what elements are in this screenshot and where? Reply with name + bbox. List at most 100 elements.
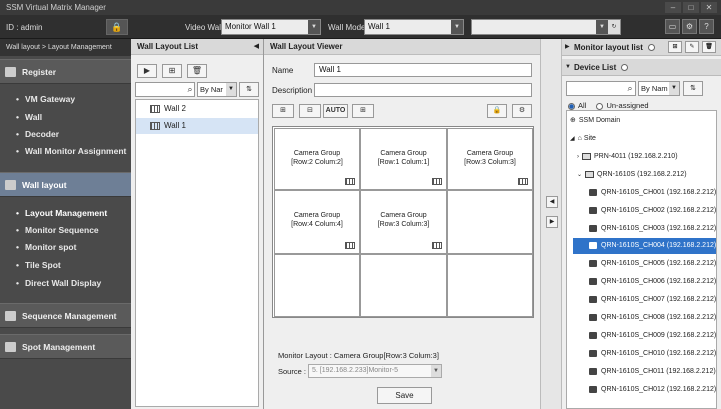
cell-sublabel: [Row:4 Colum:4] xyxy=(291,221,343,228)
save-button[interactable]: Save xyxy=(377,387,432,404)
tree-camera[interactable]: QRN-1610S_CH007 (192.168.2.212) xyxy=(589,292,716,308)
layout-cell[interactable] xyxy=(447,190,533,254)
layout-tool-button[interactable]: ⊞ xyxy=(272,104,294,118)
device-sort-order-button[interactable]: ⇅ xyxy=(683,81,703,96)
nav-section-label: Spot Management xyxy=(22,342,96,352)
camera-label: QRN-1610S_CH004 (192.168.2.212) xyxy=(601,242,717,249)
device-list-header[interactable]: ▼ Device List xyxy=(562,59,721,76)
lock-layout-button[interactable]: 🔒 xyxy=(487,104,507,118)
nav-item-wall[interactable]: Wall xyxy=(16,112,42,122)
nav-section-spot-management[interactable]: Spot Management xyxy=(0,334,131,359)
nvr-icon xyxy=(585,170,595,178)
layout-cell[interactable]: Camera Group [Row:3 Colum:3] xyxy=(447,128,533,190)
tree-root[interactable]: ⊕ SSM Domain xyxy=(570,113,620,129)
nav-item-monitor-spot[interactable]: Monitor spot xyxy=(16,242,76,252)
layout-cell[interactable] xyxy=(447,254,533,317)
nav-item-vm-gateway[interactable]: VM Gateway xyxy=(16,94,75,104)
play-button[interactable]: ▶ xyxy=(137,64,157,78)
tree-camera[interactable]: QRN-1610S_CH001 (192.168.2.212) xyxy=(589,185,716,201)
tree-camera[interactable]: QRN-1610S_CH004 (192.168.2.212) xyxy=(573,238,717,254)
name-input[interactable]: Wall 1 xyxy=(314,63,532,77)
tree-camera[interactable]: QRN-1610S_CH012 (192.168.2.212) xyxy=(589,382,716,398)
video-wall-select[interactable]: Monitor Wall 1 ▼ xyxy=(221,19,321,35)
tree-camera[interactable]: QRN-1610S_CH008 (192.168.2.212) xyxy=(589,310,716,326)
maximize-button[interactable]: □ xyxy=(683,2,699,13)
nav-section-wall-layout[interactable]: Wall layout xyxy=(0,172,131,197)
tree-nvr[interactable]: ⌄ QRN-1610S (192.168.2.212) xyxy=(577,167,687,183)
search-icon[interactable]: ⌕ xyxy=(623,81,637,96)
delete-layout-button[interactable]: 🗑 xyxy=(187,64,207,78)
nav-item-direct-wall-display[interactable]: Direct Wall Display xyxy=(16,278,101,288)
source-value: 5. [192.168.2.233]Monitor-5 xyxy=(312,367,399,374)
refresh-icon[interactable]: ↻ xyxy=(608,20,620,34)
tree-camera[interactable]: QRN-1610S_CH011 (192.168.2.212) xyxy=(589,364,716,380)
radio-unassigned[interactable] xyxy=(596,102,604,110)
tree-camera[interactable]: QRN-1610S_CH009 (192.168.2.212) xyxy=(589,328,716,344)
lock-button[interactable]: 🔒 xyxy=(106,19,128,35)
list-item[interactable]: Wall 1 xyxy=(136,118,258,134)
camera-label: QRN-1610S_CH001 (192.168.2.212) xyxy=(601,189,717,196)
layout-cell[interactable] xyxy=(360,254,447,317)
source-select[interactable]: 5. [192.168.2.233]Monitor-5 ▼ xyxy=(308,364,442,378)
device-list-radio[interactable] xyxy=(621,64,629,72)
name-label: Name xyxy=(272,66,294,75)
add-monitor-layout-button[interactable]: ⊞ xyxy=(668,41,682,53)
tree-site[interactable]: ◢ ⌂ Site xyxy=(570,131,596,147)
nav-section-register[interactable]: Register xyxy=(0,59,131,84)
move-right-button[interactable]: ▶ xyxy=(546,216,558,228)
layout-cell[interactable] xyxy=(274,254,360,317)
tree-camera[interactable]: QRN-1610S_CH002 (192.168.2.212) xyxy=(589,203,716,219)
device-sort-select[interactable]: By Nam ▼ xyxy=(638,81,680,96)
auto-layout-button[interactable]: AUTO xyxy=(323,104,348,118)
edit-monitor-layout-button[interactable]: ✎ xyxy=(685,41,699,53)
monitor-icon[interactable]: ▭ xyxy=(665,19,680,34)
description-label: Description xyxy=(272,86,313,95)
tree-nvr[interactable]: › PRN-4011 (192.168.2.210) xyxy=(577,149,678,165)
move-left-button[interactable]: ◀ xyxy=(546,196,558,208)
search-icon[interactable]: ⌕ xyxy=(183,82,197,97)
tree-camera[interactable]: QRN-1610S_CH010 (192.168.2.212) xyxy=(589,346,716,362)
layout-tool-button[interactable]: ⊞ xyxy=(352,104,374,118)
tree-camera[interactable]: QRN-1610S_CH006 (192.168.2.212) xyxy=(589,274,716,290)
radio-all[interactable] xyxy=(568,102,575,110)
layout-cell[interactable]: Camera Group [Row:1 Colum:1] xyxy=(360,128,447,190)
camera-icon xyxy=(589,349,597,357)
list-item[interactable]: Wall 2 xyxy=(136,101,258,117)
layout-cell[interactable]: Camera Group [Row:3 Colum:3] xyxy=(360,190,447,254)
nav-item-tile-spot[interactable]: Tile Spot xyxy=(16,260,61,270)
layout-cell[interactable]: Camera Group [Row:4 Colum:4] xyxy=(274,190,360,254)
tree-camera[interactable]: QRN-1610S_CH003 (192.168.2.212) xyxy=(589,221,716,237)
site-icon: ⌂ xyxy=(577,135,582,142)
camera-label: QRN-1610S_CH011 (192.168.2.212) xyxy=(601,368,716,375)
gear-icon[interactable]: ⚙ xyxy=(682,19,697,34)
delete-monitor-layout-button[interactable]: 🗑 xyxy=(702,41,716,53)
collapse-left-icon[interactable]: ◀ xyxy=(254,39,259,55)
chevron-down-icon: ▼ xyxy=(669,82,679,95)
monitor-layout-list-header[interactable]: ▶ Monitor layout list ⊞ ✎ 🗑 xyxy=(562,39,721,56)
close-button[interactable]: ✕ xyxy=(701,2,717,13)
nav-item-wall-monitor-assignment[interactable]: Wall Monitor Assignment xyxy=(16,146,126,156)
layout-cell[interactable]: Camera Group [Row:2 Colum:2] xyxy=(274,128,360,190)
help-icon[interactable]: ? xyxy=(699,19,714,34)
chevron-down-icon: ▼ xyxy=(431,365,441,377)
sort-order-button[interactable]: ⇅ xyxy=(239,82,259,97)
layout-list: Wall 2 Wall 1 xyxy=(135,99,259,407)
monitor-layout-radio[interactable] xyxy=(648,44,656,52)
layout-tool-button[interactable]: ⊟ xyxy=(299,104,321,118)
device-search-row: ⌕ By Nam ▼ ⇅ xyxy=(566,81,717,96)
description-input[interactable] xyxy=(314,83,532,97)
monitor-layout-info: Monitor Layout : Camera Group[Row:3 Colu… xyxy=(278,351,439,360)
nav-item-layout-management[interactable]: Layout Management xyxy=(16,208,107,218)
camera-icon xyxy=(589,259,597,267)
settings-layout-button[interactable]: ⚙ xyxy=(512,104,532,118)
wall-mode-select[interactable]: Wall 1 ▼ xyxy=(364,19,464,35)
layout-sort-select[interactable]: By Nar ▼ xyxy=(197,82,237,97)
wall-select-extra[interactable]: ▼ ↻ xyxy=(471,19,621,35)
nav-item-decoder[interactable]: Decoder xyxy=(16,129,59,139)
cell-label: Camera Group xyxy=(293,150,341,157)
minimize-button[interactable]: – xyxy=(665,2,681,13)
nav-item-monitor-sequence[interactable]: Monitor Sequence xyxy=(16,225,99,235)
nav-section-sequence-management[interactable]: Sequence Management xyxy=(0,303,131,328)
tree-camera[interactable]: QRN-1610S_CH005 (192.168.2.212) xyxy=(589,256,716,272)
add-layout-button[interactable]: ⊞ xyxy=(162,64,182,78)
